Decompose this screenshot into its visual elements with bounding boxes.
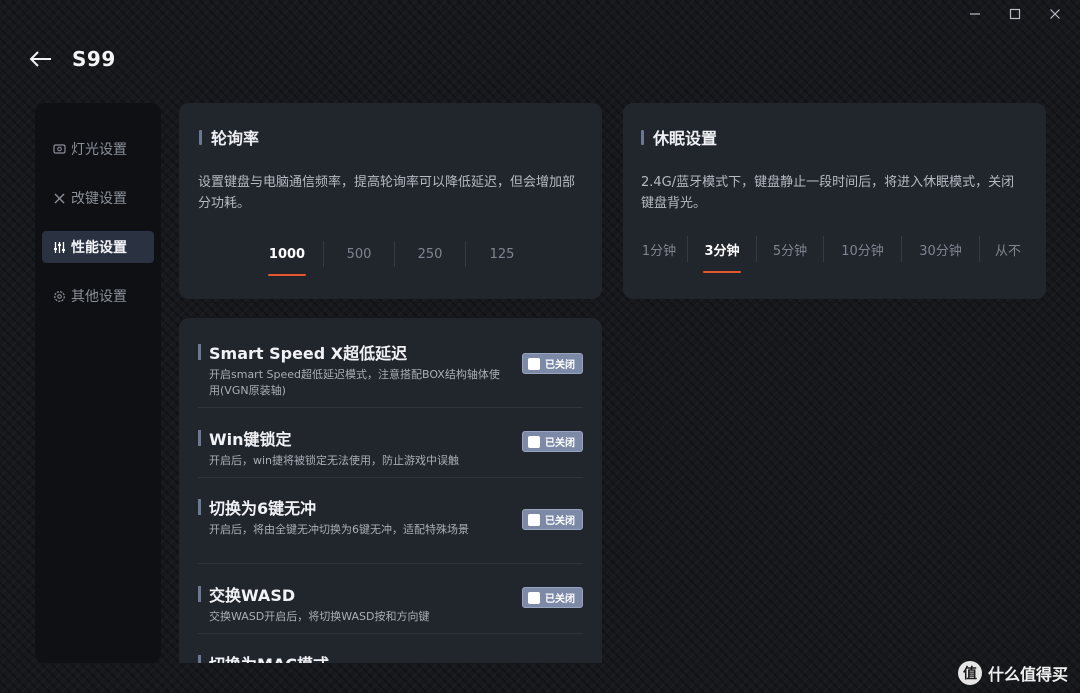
option-description: 开启后，将由全键无冲切换为6键无冲，适配特殊场景 — [209, 523, 469, 536]
sleep-option-10min[interactable]: 10分钟 — [824, 240, 901, 259]
performance-options-card: Smart Speed X超低延迟 开启smart Speed超低延迟模式，注意… — [179, 318, 602, 663]
checkbox-icon — [528, 435, 540, 448]
sleep-settings-card: 休眠设置 2.4G/蓝牙模式下，键盘静止一段时间后，将进入休眠模式，关闭键盘背光… — [623, 103, 1046, 299]
sidebar-item-keymap[interactable]: 改键设置 — [42, 182, 154, 214]
checkbox-icon — [528, 591, 540, 604]
sidebar-item-label: 改键设置 — [71, 191, 127, 207]
polling-rate-card: 轮询率 设置键盘与电脑通信频率，提高轮询率可以降低延迟，但会增加部分功耗。 10… — [179, 103, 602, 299]
toggle-label: 已关闭 — [545, 360, 575, 371]
watermark-logo: 值 — [957, 661, 982, 685]
sleep-option-30min[interactable]: 30分钟 — [902, 240, 979, 259]
sleep-settings-title: 休眠设置 — [641, 125, 717, 149]
polling-option-1000[interactable]: 1000 — [251, 247, 323, 262]
sidebar-item-label: 性能设置 — [71, 240, 127, 256]
divider — [198, 477, 583, 478]
toggle-label: 已关闭 — [545, 594, 575, 605]
maximize-button[interactable] — [1002, 4, 1028, 24]
sidebar: 灯光设置 改键设置 性能设置 其他设置 — [35, 103, 161, 663]
sleep-option-3min[interactable]: 3分钟 — [688, 240, 756, 259]
gear-icon — [52, 289, 66, 303]
sleep-option-1min[interactable]: 1分钟 — [631, 240, 687, 259]
polling-option-250[interactable]: 250 — [395, 247, 465, 262]
back-button[interactable] — [28, 46, 54, 72]
option-mac-mode: 切换为MAC模式 — [179, 651, 602, 663]
option-title: 切换为MAC模式 — [198, 651, 583, 663]
sidebar-item-performance[interactable]: 性能设置 — [42, 231, 154, 263]
close-icon — [1050, 9, 1060, 19]
sidebar-item-other[interactable]: 其他设置 — [42, 280, 154, 312]
sleep-time-selector: 1分钟 3分钟 5分钟 10分钟 30分钟 从不 — [631, 236, 1036, 262]
checkbox-icon — [528, 357, 540, 370]
close-button[interactable] — [1042, 4, 1068, 24]
watermark: 值 什么值得买 — [957, 661, 1068, 685]
polling-rate-description: 设置键盘与电脑通信频率，提高轮询率可以降低延迟，但会增加部分功耗。 — [198, 175, 576, 211]
minimize-icon — [970, 13, 980, 15]
sleep-option-never[interactable]: 从不 — [980, 240, 1036, 259]
lighting-icon — [52, 142, 66, 156]
polling-option-500[interactable]: 500 — [324, 247, 394, 262]
page-header: S99 — [28, 46, 116, 72]
option-description: 交换WASD开启后，将切换WASD按和方向键 — [209, 610, 430, 623]
device-title: S99 — [72, 47, 116, 71]
option-description: 开启smart Speed超低延迟模式，注意搭配BOX结构轴体使用(VGN原装轴… — [209, 368, 500, 397]
divider — [198, 633, 583, 634]
toggle-label: 已关闭 — [545, 438, 575, 449]
swap-wasd-toggle[interactable]: 已关闭 — [522, 587, 583, 608]
toggle-label: 已关闭 — [545, 516, 575, 527]
remap-icon — [52, 191, 66, 205]
polling-option-125[interactable]: 125 — [466, 247, 538, 262]
watermark-text: 什么值得买 — [987, 665, 1068, 684]
sleep-option-5min[interactable]: 5分钟 — [757, 240, 823, 259]
window-controls — [962, 4, 1068, 24]
sidebar-item-label: 其他设置 — [71, 289, 127, 305]
sliders-icon — [52, 240, 66, 254]
win-lock-toggle[interactable]: 已关闭 — [522, 431, 583, 452]
arrow-left-icon — [29, 51, 51, 67]
checkbox-icon — [528, 513, 540, 526]
sleep-settings-description: 2.4G/蓝牙模式下，键盘静止一段时间后，将进入休眠模式，关闭键盘背光。 — [641, 175, 1015, 211]
sidebar-item-label: 灯光设置 — [71, 142, 127, 158]
minimize-button[interactable] — [962, 4, 988, 24]
maximize-icon — [1009, 8, 1021, 20]
divider — [198, 407, 583, 408]
polling-rate-title: 轮询率 — [199, 125, 259, 149]
divider — [198, 563, 583, 564]
sidebar-item-lighting[interactable]: 灯光设置 — [42, 133, 154, 165]
option-description: 开启后，win捷将被锁定无法使用，防止游戏中误触 — [209, 454, 460, 467]
polling-rate-selector: 1000 500 250 125 — [251, 241, 538, 267]
smart-speed-toggle[interactable]: 已关闭 — [522, 353, 583, 374]
6key-rollover-toggle[interactable]: 已关闭 — [522, 509, 583, 530]
